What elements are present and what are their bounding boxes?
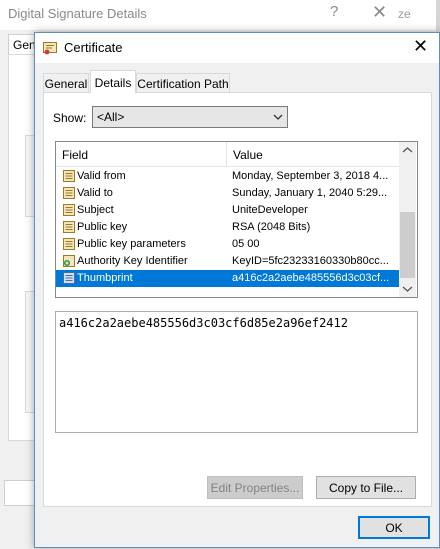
list-item-value: 05 00 <box>232 238 260 250</box>
list-item[interactable]: Valid from Monday, September 3, 2018 4... <box>56 168 399 185</box>
background-button[interactable] <box>4 480 36 506</box>
help-icon[interactable]: ? <box>330 3 338 20</box>
background-titlebar: Digital Signature Details ? ✕ ze <box>0 0 440 30</box>
tab-general[interactable]: General <box>43 73 89 94</box>
list-item-field: Public key parameters <box>77 238 186 250</box>
list-item[interactable]: Public key parameters 05 00 <box>56 236 399 253</box>
list-item-value: Sunday, January 1, 2040 5:29... <box>232 187 388 199</box>
copy-to-file-label: Copy to File... <box>328 481 404 495</box>
extension-field-icon <box>63 255 75 267</box>
list-item[interactable]: Thumbprint a416c2a2aebe485556d3c03cf... <box>56 270 399 287</box>
property-field-icon <box>63 272 75 284</box>
list-item-field: Thumbprint <box>77 272 133 284</box>
certificate-dialog: Certificate ✕ General Details Certificat… <box>34 32 440 548</box>
show-label: Show: <box>53 111 87 125</box>
fields-list[interactable]: Field Value Valid from Monday, September … <box>55 141 418 298</box>
list-item[interactable]: Authority Key Identifier KeyID=5fc2323316… <box>56 253 399 270</box>
tab-details[interactable]: Details <box>90 70 136 94</box>
list-item-value: KeyID=5fc23233160330b80cc... <box>232 255 389 267</box>
certificate-field-icon <box>63 170 75 182</box>
tab-label: Details <box>94 76 132 90</box>
background-window-title: Digital Signature Details <box>8 6 147 21</box>
list-item[interactable]: Subject UniteDeveloper <box>56 202 399 219</box>
list-item[interactable]: Valid to Sunday, January 1, 2040 5:29... <box>56 185 399 202</box>
certificate-title: Certificate <box>64 40 123 55</box>
ok-button[interactable]: OK <box>358 516 430 539</box>
field-value-text: a416c2a2aebe485556d3c03cf6d85e2a96ef2412 <box>59 316 348 330</box>
certificate-icon <box>43 42 57 55</box>
scroll-up-icon[interactable] <box>399 142 416 159</box>
chevron-down-icon <box>273 114 283 120</box>
show-dropdown-value: <All> <box>97 110 125 124</box>
column-header-value[interactable]: Value <box>233 148 263 162</box>
list-item-value: UniteDeveloper <box>232 204 308 216</box>
close-icon[interactable]: ✕ <box>413 36 428 57</box>
list-item-field: Subject <box>77 204 114 216</box>
ok-label: OK <box>385 521 403 535</box>
list-item-value: Monday, September 3, 2018 4... <box>232 170 389 182</box>
column-header-field[interactable]: Field <box>62 148 88 162</box>
certificate-field-icon <box>63 221 75 233</box>
copy-to-file-button[interactable]: Copy to File... <box>316 476 416 499</box>
background-partial-text: ze <box>398 7 411 21</box>
scroll-down-icon[interactable] <box>399 280 416 297</box>
list-item-value: a416c2a2aebe485556d3c03cf... <box>232 272 390 284</box>
tab-label: Certification Path <box>137 77 229 91</box>
certificate-field-icon <box>63 238 75 250</box>
edit-properties-button[interactable]: Edit Properties... <box>207 476 303 499</box>
certificate-titlebar: Certificate ✕ <box>35 33 439 63</box>
background-tab-label: Gen <box>13 38 36 52</box>
tab-certification-path[interactable]: Certification Path <box>136 73 230 94</box>
edit-properties-label: Edit Properties... <box>210 481 300 495</box>
close-icon[interactable]: ✕ <box>372 2 387 23</box>
list-item[interactable]: Public key RSA (2048 Bits) <box>56 219 399 236</box>
vertical-scrollbar[interactable] <box>399 142 416 297</box>
column-separator[interactable] <box>226 142 227 166</box>
show-dropdown[interactable]: <All> <box>92 106 288 128</box>
list-item-field: Public key <box>77 221 128 233</box>
scrollbar-thumb[interactable] <box>400 212 415 278</box>
certificate-field-icon <box>63 187 75 199</box>
list-item-field: Valid to <box>77 187 113 199</box>
field-value-textbox[interactable]: a416c2a2aebe485556d3c03cf6d85e2a96ef2412 <box>55 311 418 433</box>
certificate-field-icon <box>63 204 75 216</box>
list-item-field: Authority Key Identifier <box>77 255 188 267</box>
tab-label: General <box>44 77 88 91</box>
list-item-field: Valid from <box>77 170 126 182</box>
list-item-value: RSA (2048 Bits) <box>232 221 311 233</box>
details-panel: Show: <All> Field Value Valid from Monday… <box>43 92 432 507</box>
list-header: Field Value <box>56 142 399 167</box>
